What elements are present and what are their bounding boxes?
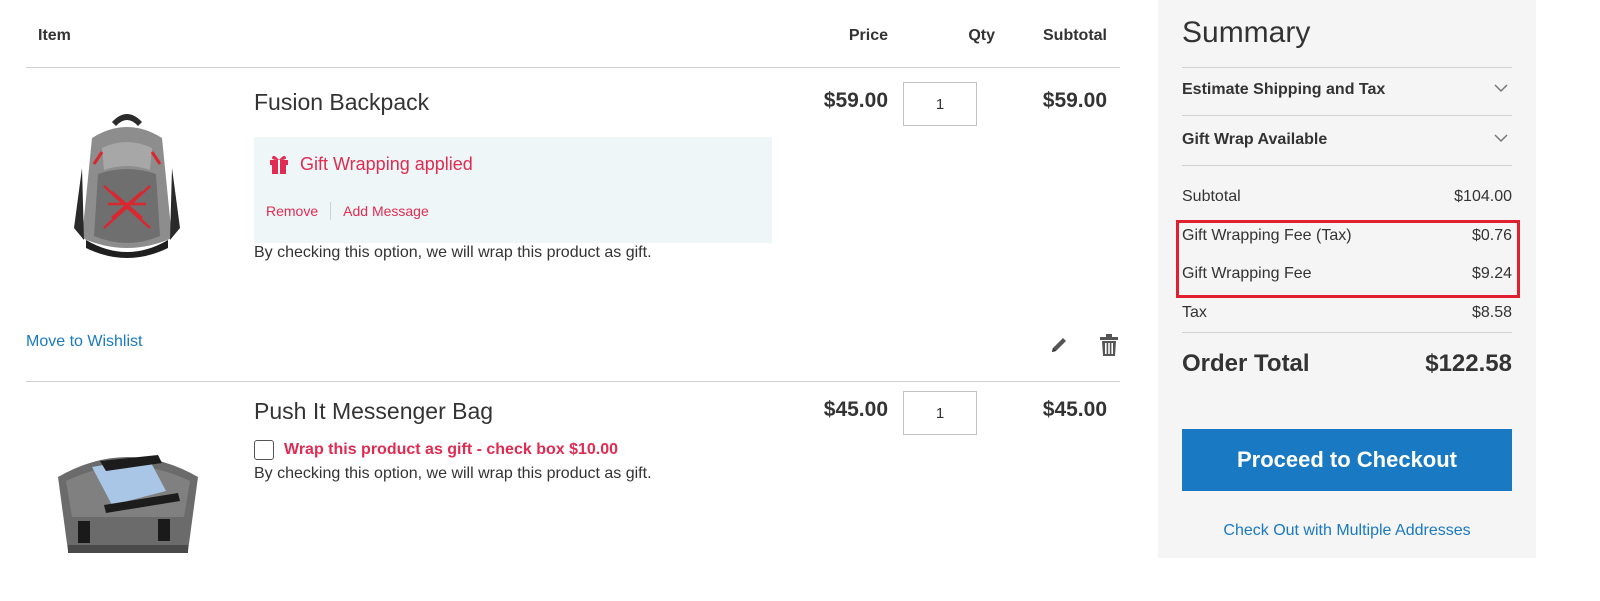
trash-icon bbox=[1100, 334, 1118, 356]
totals-value: $104.00 bbox=[1454, 188, 1512, 205]
header-price: Price bbox=[848, 27, 888, 44]
cart-table-header: Item Price Qty Subtotal bbox=[26, 0, 1120, 68]
totals-value: $8.58 bbox=[1471, 304, 1512, 321]
gift-applied-label: Gift Wrapping applied bbox=[300, 153, 473, 174]
chevron-down-icon bbox=[1494, 134, 1508, 143]
gift-wrap-label[interactable]: Wrap this product as gift - check box $1… bbox=[284, 441, 618, 459]
action-divider bbox=[330, 202, 332, 220]
divider bbox=[1182, 165, 1512, 166]
add-message-link[interactable]: Add Message bbox=[343, 203, 429, 219]
cart-table: Item Price Qty Subtotal Fusion Backpack … bbox=[26, 0, 1120, 601]
product-name[interactable]: Push It Messenger Bag bbox=[254, 398, 493, 425]
order-total: Order Total $122.58 bbox=[1182, 350, 1512, 378]
proceed-to-checkout-button[interactable]: Proceed to Checkout bbox=[1182, 429, 1512, 491]
gift-note: By checking this option, we will wrap th… bbox=[254, 465, 652, 482]
header-qty: Qty bbox=[968, 27, 995, 44]
qty-input[interactable] bbox=[903, 82, 977, 126]
order-total-value: $122.58 bbox=[1425, 350, 1512, 377]
move-to-wishlist-link[interactable]: Move to Wishlist bbox=[26, 333, 142, 351]
chevron-down-icon bbox=[1494, 84, 1508, 93]
cart-item-row: Fusion Backpack $59.00 $59.00 Gift Wrapp… bbox=[26, 68, 1120, 382]
header-item: Item bbox=[38, 27, 71, 44]
gift-wrap-option[interactable]: Wrap this product as gift - check box $1… bbox=[254, 440, 618, 460]
item-price: $45.00 bbox=[823, 398, 888, 421]
cart-item-row: Push It Messenger Bag $45.00 $45.00 Wrap… bbox=[26, 383, 1120, 601]
item-subtotal: $59.00 bbox=[1042, 89, 1107, 112]
order-total-label: Order Total bbox=[1182, 350, 1310, 377]
gift-wrap-checkbox[interactable] bbox=[254, 440, 274, 460]
summary-title: Summary bbox=[1182, 16, 1311, 49]
divider bbox=[1182, 67, 1512, 68]
gift-actions: Remove Add Message bbox=[266, 202, 429, 220]
edit-item-button[interactable] bbox=[1048, 333, 1070, 357]
pencil-icon bbox=[1052, 338, 1066, 352]
item-price: $59.00 bbox=[823, 89, 888, 112]
gift-applied-status: Gift Wrapping applied bbox=[268, 153, 473, 175]
messenger-bag-image[interactable] bbox=[48, 447, 208, 557]
product-name[interactable]: Fusion Backpack bbox=[254, 89, 429, 116]
divider bbox=[1182, 115, 1512, 116]
remove-gift-link[interactable]: Remove bbox=[266, 203, 318, 219]
highlight-box bbox=[1176, 220, 1520, 298]
delete-item-button[interactable] bbox=[1098, 333, 1120, 357]
gift-wrapping-box: Gift Wrapping applied Remove Add Message bbox=[254, 137, 772, 243]
item-actions bbox=[1020, 333, 1120, 357]
gift-wrap-available-label: Gift Wrap Available bbox=[1182, 131, 1328, 148]
totals-label: Tax bbox=[1182, 304, 1207, 321]
header-subtotal: Subtotal bbox=[1043, 27, 1107, 44]
qty-input[interactable] bbox=[903, 391, 977, 435]
gift-icon bbox=[270, 155, 288, 174]
order-summary: Summary Estimate Shipping and Tax Gift W… bbox=[1158, 0, 1536, 558]
multi-address-checkout-link[interactable]: Check Out with Multiple Addresses bbox=[1182, 522, 1512, 540]
estimate-shipping-label: Estimate Shipping and Tax bbox=[1182, 81, 1386, 98]
totals-label: Subtotal bbox=[1182, 188, 1241, 205]
gift-wrap-toggle[interactable]: Gift Wrap Available bbox=[1182, 131, 1512, 149]
backpack-image[interactable] bbox=[68, 108, 186, 268]
divider bbox=[1182, 332, 1512, 333]
estimate-shipping-toggle[interactable]: Estimate Shipping and Tax bbox=[1182, 81, 1512, 99]
item-subtotal: $45.00 bbox=[1042, 398, 1107, 421]
totals-row-tax: Tax $8.58 bbox=[1182, 304, 1512, 322]
totals-row-subtotal: Subtotal $104.00 bbox=[1182, 188, 1512, 206]
gift-note: By checking this option, we will wrap th… bbox=[254, 244, 652, 261]
